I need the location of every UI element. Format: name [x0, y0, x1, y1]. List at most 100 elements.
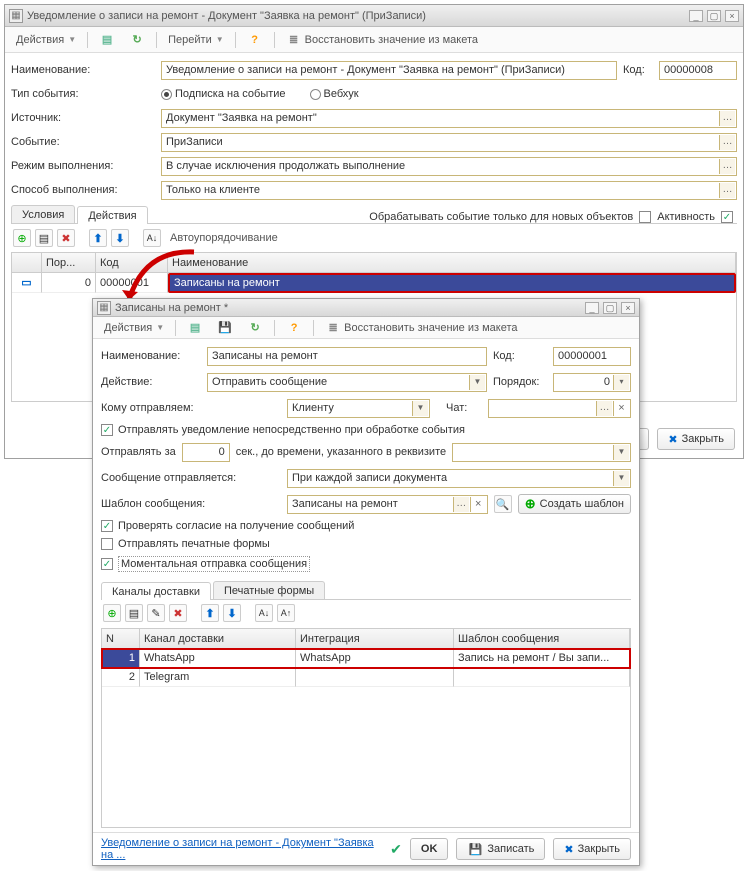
ellipsis-button[interactable]: … — [719, 159, 735, 174]
actions-menu[interactable]: Действия ▼ — [99, 318, 169, 338]
close-button[interactable]: × — [621, 302, 635, 314]
channels-grid[interactable]: N Канал доставки Интеграция Шаблон сообщ… — [101, 628, 631, 828]
copy-row-button[interactable]: ▤ — [35, 229, 53, 247]
add-row-button[interactable]: ⊕ — [13, 229, 31, 247]
refresh-button[interactable]: ↻ — [242, 318, 268, 338]
ellipsis-button[interactable]: … — [719, 135, 735, 150]
close-button-footer[interactable]: ✖ Закрыть — [553, 838, 631, 860]
move-up-button[interactable]: ⬆ — [201, 604, 219, 622]
source-label: Источник: — [11, 112, 155, 124]
col-code[interactable]: Код — [96, 253, 168, 272]
to-select[interactable]: Клиенту ▼ — [287, 399, 430, 418]
new-page-button[interactable]: ▤ — [182, 318, 208, 338]
event-input[interactable]: ПриЗаписи … — [161, 133, 737, 152]
send-print-checkbox[interactable] — [101, 538, 113, 550]
name-label: Наименование: — [11, 64, 155, 76]
send-before-req-select[interactable]: ▼ — [452, 443, 631, 462]
clear-button[interactable]: × — [613, 401, 629, 416]
create-tpl-button[interactable]: ⊕ Создать шаблон — [518, 494, 631, 514]
autoorder-button[interactable]: Автоупорядочивание — [165, 228, 283, 248]
order-input[interactable]: 0 ▾ — [553, 373, 631, 392]
ellipsis-button[interactable]: … — [719, 183, 735, 198]
help-button[interactable]: ? — [281, 318, 307, 338]
instant-checkbox[interactable]: ✓ — [101, 558, 113, 570]
save-button[interactable]: 💾 Записать — [456, 838, 545, 860]
help-button[interactable]: ? — [242, 30, 268, 50]
msg-sent-select[interactable]: При каждой записи документа ▼ — [287, 469, 631, 488]
tpl-label: Шаблон сообщения: — [101, 498, 281, 510]
how-input[interactable]: Только на клиенте … — [161, 181, 737, 200]
col-template[interactable]: Шаблон сообщения — [454, 629, 630, 648]
tab-channels[interactable]: Каналы доставки — [101, 582, 211, 600]
chevron-down-icon[interactable]: ▼ — [613, 471, 629, 486]
send-before-input[interactable]: 0 — [182, 443, 230, 462]
maximize-button[interactable]: ▢ — [707, 10, 721, 22]
activity-checkbox[interactable]: ✓ — [721, 211, 733, 223]
ok-button[interactable]: OK — [410, 838, 449, 860]
minimize-button[interactable]: _ — [689, 10, 703, 22]
col-channel[interactable]: Канал доставки — [140, 629, 296, 648]
table-row[interactable]: 2 Telegram — [102, 668, 630, 687]
table-row[interactable]: 1 WhatsApp WhatsApp Запись на ремонт / В… — [102, 649, 630, 668]
chevron-down-icon[interactable]: ▼ — [613, 445, 629, 460]
child-name-value: Записаны на ремонт — [212, 350, 318, 362]
chevron-down-icon[interactable]: ▼ — [412, 401, 428, 416]
sort-desc-button[interactable]: A↑ — [277, 604, 295, 622]
restore-template-button[interactable]: ≣ Восстановить значение из макета — [320, 318, 522, 338]
stepper-icon[interactable]: ▾ — [613, 375, 629, 390]
child-code-input[interactable]: 00000001 — [553, 347, 631, 366]
actions-menu[interactable]: Действия ▼ — [11, 30, 81, 50]
parent-link[interactable]: Уведомление о записи на ремонт - Докумен… — [101, 837, 374, 861]
col-n[interactable]: N — [102, 629, 140, 648]
edit-row-button[interactable]: ✎ — [147, 604, 165, 622]
sort-az-button[interactable]: A↓ — [143, 229, 161, 247]
ellipsis-button[interactable]: … — [596, 401, 612, 416]
msg-sent-value: При каждой записи документа — [292, 472, 447, 484]
radio-subscribe[interactable]: Подписка на событие — [161, 88, 286, 100]
name-input[interactable]: Уведомление о записи на ремонт - Докумен… — [161, 61, 617, 80]
child-name-input[interactable]: Записаны на ремонт — [207, 347, 487, 366]
copy-row-button[interactable]: ▤ — [125, 604, 143, 622]
tpl-lookup-button[interactable]: 🔍 — [494, 495, 512, 513]
consent-checkbox[interactable]: ✓ — [101, 520, 113, 532]
tab-actions[interactable]: Действия — [77, 206, 147, 224]
close-button[interactable]: × — [725, 10, 739, 22]
ellipsis-button[interactable]: … — [719, 111, 735, 126]
new-page-button[interactable]: ▤ — [94, 30, 120, 50]
refresh-button[interactable]: ↻ — [124, 30, 150, 50]
new-only-checkbox[interactable] — [639, 211, 651, 223]
search-icon: 🔍 — [496, 498, 510, 511]
action-select[interactable]: Отправить сообщение ▼ — [207, 373, 487, 392]
sort-asc-button[interactable]: A↓ — [255, 604, 273, 622]
source-input[interactable]: Документ "Заявка на ремонт" … — [161, 109, 737, 128]
radio-webhook[interactable]: Вебхук — [310, 88, 359, 100]
restore-template-button[interactable]: ≣ Восстановить значение из макета — [281, 30, 483, 50]
move-up-button[interactable]: ⬆ — [89, 229, 107, 247]
col-integration[interactable]: Интеграция — [296, 629, 454, 648]
maximize-button[interactable]: ▢ — [603, 302, 617, 314]
chat-input[interactable]: … × — [488, 399, 631, 418]
minimize-button[interactable]: _ — [585, 302, 599, 314]
ellipsis-button[interactable]: … — [453, 497, 469, 512]
move-down-button[interactable]: ⬇ — [111, 229, 129, 247]
add-row-button[interactable]: ⊕ — [103, 604, 121, 622]
chevron-down-icon[interactable]: ▼ — [469, 375, 485, 390]
delete-row-button[interactable]: ✖ — [169, 604, 187, 622]
table-row[interactable]: ▭ 0 00000001 Записаны на ремонт — [12, 273, 736, 293]
mode-input[interactable]: В случае исключения продолжать выполнени… — [161, 157, 737, 176]
radio-webhook-label: Вебхук — [324, 88, 359, 100]
col-por[interactable]: Пор... — [42, 253, 96, 272]
go-menu[interactable]: Перейти ▼ — [163, 30, 229, 50]
col-name[interactable]: Наименование — [168, 253, 736, 272]
save-tb-button[interactable]: 💾 — [212, 318, 238, 338]
send-immediate-checkbox[interactable]: ✓ — [101, 424, 113, 436]
move-down-button[interactable]: ⬇ — [223, 604, 241, 622]
code-input[interactable]: 00000008 — [659, 61, 737, 80]
close-button-footer[interactable]: ✖ Закрыть — [657, 428, 735, 450]
tab-conditions[interactable]: Условия — [11, 205, 75, 223]
tab-print-forms[interactable]: Печатные формы — [213, 581, 325, 599]
clear-button[interactable]: × — [470, 497, 486, 512]
tpl-input[interactable]: Записаны на ремонт … × — [287, 495, 488, 514]
send-before-label: Отправлять за — [101, 446, 176, 458]
delete-row-button[interactable]: ✖ — [57, 229, 75, 247]
